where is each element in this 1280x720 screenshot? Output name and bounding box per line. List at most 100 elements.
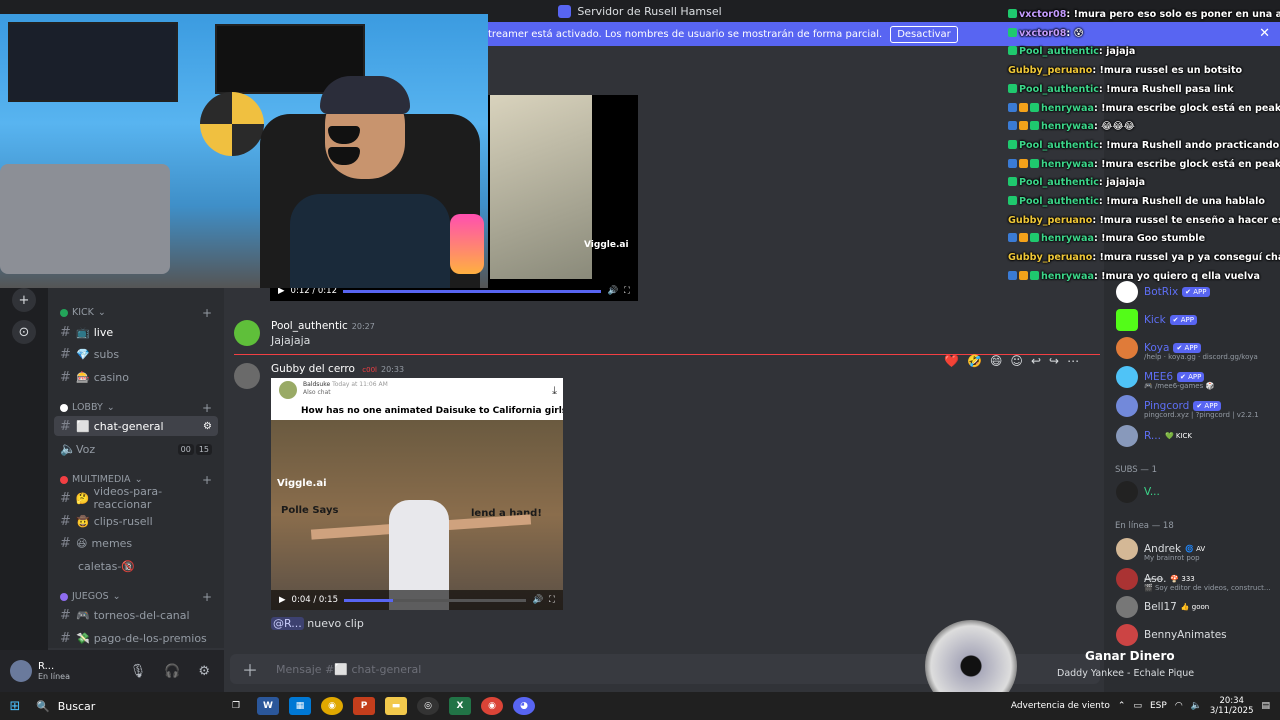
play-icon[interactable]: ▶: [279, 595, 286, 605]
account-meta: Today at 11:06 AM: [332, 381, 388, 388]
search-label: Buscar: [57, 699, 96, 713]
heart-reaction-icon[interactable]: ❤️: [944, 354, 959, 368]
member-kick[interactable]: Kick ✔ APP: [1116, 308, 1276, 332]
sign-text: Polle Says: [281, 505, 339, 516]
network-icon[interactable]: ▭: [1133, 701, 1142, 711]
settings-icon[interactable]: ⚙: [203, 421, 212, 432]
headphones-icon[interactable]: 🎧: [164, 664, 180, 679]
channel-casino[interactable]: # 🎰 casino: [54, 367, 218, 387]
category-kick[interactable]: KICK ⌄ +: [60, 306, 212, 320]
chrome-profile-icon[interactable]: ◉: [481, 697, 503, 715]
wifi-icon[interactable]: ◠: [1175, 701, 1183, 711]
explore-icon[interactable]: ⊙: [12, 320, 36, 344]
member-koya[interactable]: Koya ✔ APP/help · koya.gg · discord.gg/ko…: [1116, 336, 1276, 361]
excel-icon[interactable]: X: [449, 697, 471, 715]
video-progress-bar[interactable]: [343, 289, 602, 293]
sofa: [0, 164, 170, 274]
volume-icon[interactable]: 🔊: [532, 595, 543, 605]
disable-streamer-mode-button[interactable]: Desactivar: [890, 25, 958, 43]
fullscreen-icon[interactable]: ⛶: [549, 595, 555, 605]
windows-start-icon[interactable]: ⊞: [0, 699, 30, 714]
member-mee6[interactable]: MEE6 ✔ APP 🎮 /meе6-games 🎲: [1116, 365, 1276, 390]
taskbar-search[interactable]: 🔍 Buscar: [30, 692, 220, 720]
channel-memes[interactable]: # 😆 memes: [54, 533, 218, 553]
add-channel-icon[interactable]: +: [202, 590, 212, 604]
online-header: En línea — 18: [1115, 521, 1174, 531]
member-pingcord[interactable]: Pingcord ✔ APP pingcord.xyz | ?pingcord | …: [1116, 394, 1276, 419]
add-channel-icon[interactable]: +: [202, 401, 212, 415]
member-bell17[interactable]: Bell17 👍 goon: [1116, 595, 1276, 619]
badge-icon: [1008, 102, 1017, 112]
fullscreen-icon[interactable]: ⛶: [624, 286, 630, 296]
avatar: [1116, 538, 1138, 560]
gear-icon[interactable]: ⚙: [198, 664, 210, 679]
message-author[interactable]: Gubby del cerro: [271, 363, 355, 375]
add-reaction-icon[interactable]: ☺: [1010, 354, 1023, 368]
avatar[interactable]: [234, 320, 260, 346]
word-icon[interactable]: W: [257, 697, 279, 715]
server-icon: [558, 4, 572, 18]
channel-live[interactable]: # 📺 live: [54, 322, 218, 342]
language-indicator[interactable]: ESP: [1150, 701, 1167, 711]
obs-icon[interactable]: ◎: [417, 697, 439, 715]
category-multimedia[interactable]: MULTIMEDIA ⌄ +: [60, 473, 212, 487]
chat-username: henrywaa: [1041, 233, 1094, 245]
member-andrek[interactable]: Andrek 🌀 AV My brainrot pop: [1116, 537, 1276, 562]
chevron-up-icon[interactable]: ⌃: [1118, 701, 1126, 711]
category-label: KICK: [72, 307, 94, 318]
avatar: [1116, 425, 1138, 447]
notification-icon[interactable]: ▤: [1261, 701, 1270, 711]
video-attachment-2[interactable]: Baldsuke Today at 11:06 AM Also chat How…: [271, 378, 563, 610]
chrome-icon[interactable]: ◉: [321, 697, 343, 715]
channel-label: casino: [93, 370, 129, 384]
badge-icon: [1030, 270, 1039, 280]
channel-videos-para-reaccionar[interactable]: # 🤔 videos-para-reaccionar: [54, 485, 218, 511]
member-botrix[interactable]: BotRix ✔ APP: [1116, 280, 1276, 304]
member-r[interactable]: R... 💚 KICK: [1116, 424, 1276, 448]
volume-icon[interactable]: 🔊: [607, 286, 618, 296]
forward-icon[interactable]: ↪: [1049, 354, 1059, 368]
category-juegos[interactable]: JUEGOS ⌄ +: [60, 590, 212, 604]
folder-icon[interactable]: ▬: [385, 697, 407, 715]
channel-label: pago-de-los-premios: [93, 631, 207, 645]
app-badge: ✔ APP: [1169, 315, 1197, 325]
category-label: LOBBY: [72, 402, 103, 413]
channel-subs[interactable]: # 💎 subs: [54, 344, 218, 364]
song-artist: Daddy Yankee - Echale Pique: [1057, 668, 1195, 679]
member-aso[interactable]: A̶s̶o̶. 🍄 333 🎬 Soy editor de videos, cons…: [1116, 567, 1276, 592]
microphone-icon[interactable]: 🎙: [130, 664, 147, 679]
add-attachment-icon[interactable]: ＋: [242, 657, 258, 681]
channel-caletas[interactable]: caletas- 🔞: [54, 556, 218, 576]
channel-chat-general[interactable]: # ⬜ chat-general ⚙: [54, 416, 218, 436]
avatar[interactable]: [10, 660, 32, 682]
channel-torneos-del-canal[interactable]: # 🎮 torneos-del-canal: [54, 605, 218, 625]
reply-icon[interactable]: ↩: [1031, 354, 1041, 368]
close-icon[interactable]: ✕: [1259, 26, 1270, 41]
channel-clips-rusell[interactable]: # 🤠 clips-rusell: [54, 511, 218, 531]
user-mention[interactable]: @R...: [271, 617, 304, 630]
category-lobby[interactable]: LOBBY ⌄ +: [60, 401, 212, 415]
more-icon[interactable]: ⋯: [1067, 354, 1079, 368]
laugh-reaction-icon[interactable]: 🤣: [967, 354, 982, 368]
download-icon[interactable]: ⤓: [552, 384, 557, 398]
store-icon[interactable]: ▦: [289, 697, 311, 715]
emoji-reaction-icon[interactable]: 😄: [990, 354, 1003, 368]
speaker-icon[interactable]: 🔈: [1191, 701, 1202, 711]
add-channel-icon[interactable]: +: [202, 306, 212, 320]
channel-label: videos-para-reaccionar: [93, 485, 163, 511]
avatar[interactable]: [234, 363, 260, 389]
weather-text[interactable]: Advertencia de viento: [1011, 701, 1110, 711]
hash-icon: #: [60, 490, 71, 506]
channel-voz[interactable]: 🔈 Voz 00 15: [54, 439, 218, 459]
user-badge: c00l: [362, 366, 377, 374]
channel-pago-de-los-premios[interactable]: # 💸 pago-de-los-premios: [54, 628, 218, 648]
clock[interactable]: 20:34 3/11/2025: [1210, 696, 1254, 716]
message-author[interactable]: Pool_authentic: [271, 320, 348, 332]
powerpoint-icon[interactable]: P: [353, 697, 375, 715]
task-view-icon[interactable]: ❐: [225, 697, 247, 715]
add-server-icon[interactable]: +: [12, 288, 36, 312]
discord-icon[interactable]: ◕: [513, 697, 535, 715]
video-progress-bar[interactable]: [344, 598, 527, 602]
member-v[interactable]: V...: [1116, 480, 1276, 504]
channel-emoji: 📺: [76, 325, 90, 339]
